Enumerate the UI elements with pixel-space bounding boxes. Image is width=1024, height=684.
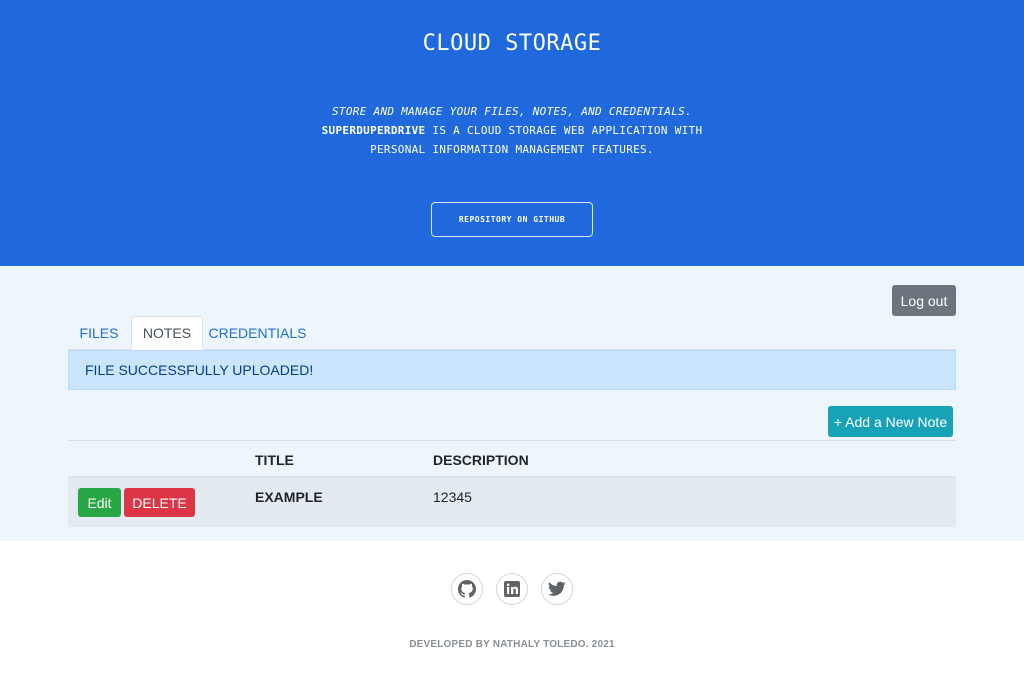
- hero-tagline: STORE AND MANAGE YOUR FILES, NOTES, AND …: [332, 105, 692, 118]
- success-alert: FILE SUCCESSFULLY UPLOADED!: [68, 350, 956, 390]
- hero-description: STORE AND MANAGE YOUR FILES, NOTES, AND …: [0, 102, 1024, 159]
- linkedin-icon: [504, 581, 520, 597]
- note-title: EXAMPLE: [255, 489, 323, 505]
- tab-files[interactable]: FILES: [68, 316, 130, 350]
- table-row: Edit DELETE EXAMPLE 12345: [68, 478, 956, 527]
- note-description: 12345: [433, 489, 472, 505]
- repository-github-button[interactable]: REPOSITORY ON GITHUB: [431, 202, 593, 237]
- footer: DEVELOPED BY NATHALY TOLEDO. 2021: [0, 541, 1024, 684]
- page-title: CLOUD STORAGE: [422, 31, 602, 56]
- footer-credit: DEVELOPED BY NATHALY TOLEDO. 2021: [409, 639, 615, 650]
- brand-name: SUPERDUPERDRIVE: [321, 124, 426, 137]
- delete-note-button[interactable]: DELETE: [124, 488, 195, 517]
- hero-header: CLOUD STORAGE STORE AND MANAGE YOUR FILE…: [0, 0, 1024, 266]
- header-description: DESCRIPTION: [433, 452, 529, 468]
- tab-notes[interactable]: NOTES: [131, 316, 203, 350]
- alert-message: FILE SUCCESSFULLY UPLOADED!: [85, 362, 314, 378]
- add-note-button[interactable]: + Add a New Note: [828, 406, 953, 437]
- logout-button[interactable]: Log out: [892, 285, 956, 316]
- main-content: Log out FILES NOTES CREDENTIALS FILE SUC…: [0, 266, 1024, 541]
- linkedin-link[interactable]: [496, 573, 528, 605]
- table-header: TITLE DESCRIPTION: [68, 440, 956, 478]
- header-title: TITLE: [255, 452, 294, 468]
- hero-description-line: SUPERDUPERDRIVE IS A CLOUD STORAGE WEB A…: [0, 121, 1024, 140]
- edit-note-button[interactable]: Edit: [78, 488, 121, 517]
- tabs-nav: FILES NOTES CREDENTIALS: [68, 316, 956, 350]
- twitter-icon: [548, 581, 566, 596]
- tab-credentials[interactable]: CREDENTIALS: [205, 316, 310, 350]
- hero-description-line-3: PERSONAL INFORMATION MANAGEMENT FEATURES…: [370, 143, 654, 156]
- twitter-link[interactable]: [541, 573, 573, 605]
- github-icon: [458, 580, 476, 598]
- github-link[interactable]: [451, 573, 483, 605]
- hero-description-rest: IS A CLOUD STORAGE WEB APPLICATION WITH: [425, 124, 703, 137]
- notes-table: TITLE DESCRIPTION Edit DELETE EXAMPLE 12…: [68, 440, 956, 527]
